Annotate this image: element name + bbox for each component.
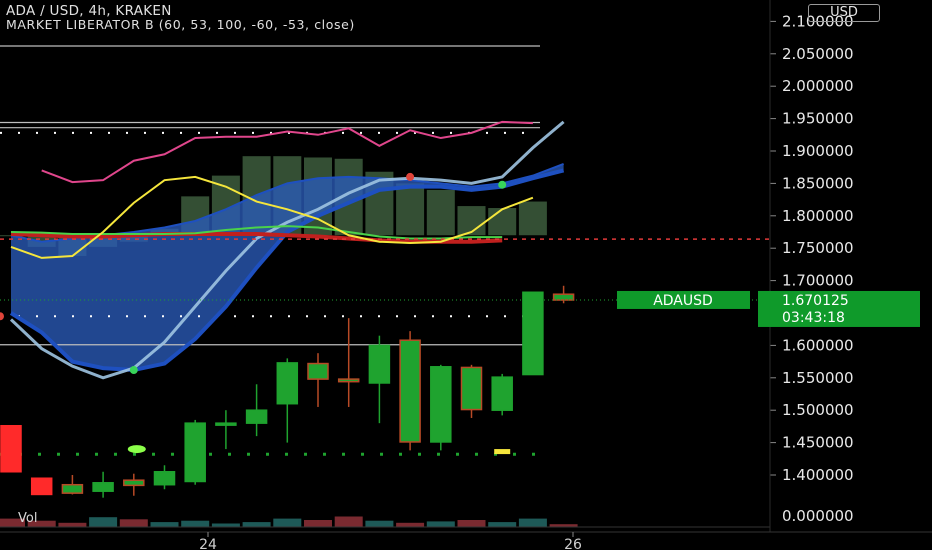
price-tick-label: 1.900000 <box>782 142 854 160</box>
signal-marker <box>127 445 146 454</box>
histogram-bar <box>488 208 517 236</box>
candle-body[interactable] <box>215 422 237 426</box>
volume-bar <box>150 522 179 527</box>
price-axis: 0.000000 2.1000002.0500002.0000001.95000… <box>769 0 854 532</box>
histogram-bar <box>396 183 425 236</box>
volume-zero-tick: 0.000000 <box>782 507 854 525</box>
candle-body[interactable] <box>368 344 391 384</box>
price-tick-label: 1.450000 <box>782 434 854 452</box>
volume-bar <box>58 522 87 527</box>
candle-body[interactable] <box>30 477 53 496</box>
candle-body[interactable] <box>399 339 421 443</box>
candle-body[interactable] <box>522 291 544 376</box>
candle-body[interactable] <box>184 422 206 483</box>
volume-bar <box>426 521 455 527</box>
price-tick-label: 1.800000 <box>782 207 854 225</box>
volume-bar <box>119 519 148 527</box>
price-tick-label: 2.050000 <box>782 45 854 63</box>
price-tag-value: 1.670125 <box>782 293 849 309</box>
candle-body[interactable] <box>245 409 268 424</box>
price-tick-label: 1.550000 <box>782 369 854 387</box>
volume-bar <box>211 523 240 527</box>
signal-marker <box>494 449 511 455</box>
price-tag-countdown: 03:43:18 <box>782 310 845 326</box>
volume-bar <box>89 517 118 527</box>
price-tick-label: 2.000000 <box>782 77 854 95</box>
symbol-tag-label: ADAUSD <box>653 293 713 309</box>
histogram-bar <box>426 189 455 236</box>
price-tick-label: 1.600000 <box>782 336 854 354</box>
candle-body[interactable] <box>92 482 114 492</box>
time-tick-label: 24 <box>199 537 217 550</box>
candle-body[interactable] <box>123 479 145 487</box>
volume-label: Vol <box>18 511 37 526</box>
price-tick-label: 1.700000 <box>782 272 854 290</box>
volume-bar <box>242 522 271 527</box>
candle-body[interactable] <box>460 366 483 411</box>
candle-body[interactable] <box>337 378 360 383</box>
volume-bar <box>365 520 394 527</box>
indicator-legend[interactable]: MARKET LIBERATOR B (60, 53, 100, -60, -5… <box>6 17 355 32</box>
time-tick-label: 26 <box>564 537 582 550</box>
volume-bar <box>396 522 425 527</box>
price-tick-label: 1.500000 <box>782 401 854 419</box>
candle-body[interactable] <box>552 293 575 301</box>
candle-body[interactable] <box>430 366 452 443</box>
signal-dot <box>498 180 507 189</box>
signal-dot <box>406 172 415 181</box>
candle-body[interactable] <box>307 362 329 380</box>
volume-bar <box>334 516 363 527</box>
volume-bar <box>518 518 547 527</box>
candle-body[interactable] <box>0 425 22 473</box>
candle-body[interactable] <box>61 483 84 494</box>
candle-body[interactable] <box>491 376 513 411</box>
price-chart[interactable]: 0.000000 2.1000002.0500002.0000001.95000… <box>0 0 932 550</box>
blue-band-fill <box>11 163 564 371</box>
volume-bar <box>304 520 332 527</box>
volume-bars <box>0 516 770 528</box>
price-tick-label: 1.850000 <box>782 174 854 192</box>
volume-bar <box>457 520 486 527</box>
candle-body[interactable] <box>276 362 299 405</box>
signal-dot <box>129 366 138 375</box>
currency-button[interactable]: USD <box>808 4 880 22</box>
candle-body[interactable] <box>153 471 176 486</box>
volume-bar <box>488 522 517 527</box>
histogram-bar <box>518 201 547 236</box>
price-tick-label: 1.950000 <box>782 110 854 128</box>
signal-dot <box>0 312 4 321</box>
volume-bar <box>273 518 302 527</box>
volume-bar <box>181 520 210 527</box>
time-axis: 24 26 <box>0 531 932 550</box>
price-tick-label: 1.750000 <box>782 239 854 257</box>
price-tick-label: 1.400000 <box>782 466 854 484</box>
